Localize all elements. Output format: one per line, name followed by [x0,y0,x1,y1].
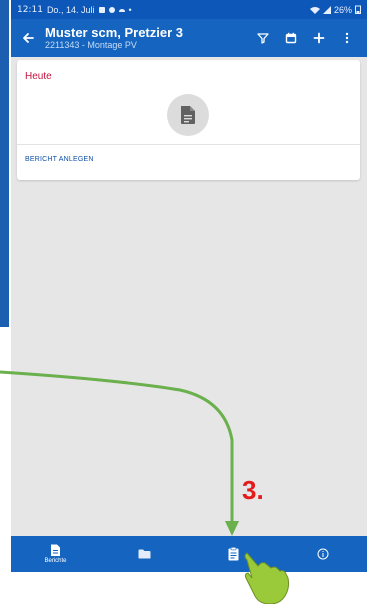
notification-icon [99,6,106,13]
app-bar: Muster scm, Pretzier 3 2211343 - Montage… [11,19,367,57]
tab-reports-label: Berichte [44,558,67,564]
battery-percent: 26% [333,4,352,15]
filter-icon [257,33,269,44]
tab-folder[interactable] [100,536,189,572]
cloud-notification-icon [119,8,126,12]
background-panel-edge [0,0,9,327]
bottom-navigation: Berichte [11,536,367,572]
filter-button[interactable] [249,24,277,52]
status-date: Do., 14. Juli [46,4,95,15]
folder-icon [138,549,151,559]
more-button[interactable] [333,24,361,52]
page-subtitle: 2211343 - Montage PV [45,40,137,50]
info-icon [317,548,328,560]
status-time: 12:11 [17,4,43,15]
more-vert-icon [345,32,349,44]
calendar-button[interactable] [277,24,305,52]
card-divider [17,144,360,145]
phone-screen: 12:11 Do., 14. Juli • 26% Muster scm, Pr… [11,0,367,572]
app-bar-titles: Muster scm, Pretzier 3 2211343 - Montage… [45,25,183,51]
step-number: 3. [242,475,264,505]
wifi-icon [309,6,320,14]
plus-icon [313,32,325,44]
page-title: Muster scm, Pretzier 3 [45,25,184,40]
document-icon [181,106,195,124]
app-bar-actions [249,24,367,52]
arrow-left-icon [23,33,34,43]
document-icon [51,544,60,556]
notification-icons: • [98,5,132,15]
tab-info[interactable] [278,536,367,572]
day-label: Heute [25,71,52,82]
screenshot: 12:11 Do., 14. Juli • 26% Muster scm, Pr… [0,0,374,604]
status-bar: 12:11 Do., 14. Juli • 26% [11,0,367,19]
add-button[interactable] [305,24,333,52]
document-placeholder [167,94,209,136]
report-card: Heute BERICHT ANLEGEN [17,60,360,180]
settings-notification-icon [109,6,116,13]
calendar-icon [285,32,297,44]
back-button[interactable] [11,31,45,45]
tab-clipboard[interactable] [189,536,278,572]
clipboard-icon [228,547,239,561]
battery-icon [355,5,361,14]
tab-reports[interactable]: Berichte [11,536,100,572]
status-right: 26% [309,4,361,15]
signal-icon [322,5,331,14]
create-report-button[interactable]: BERICHT ANLEGEN [25,156,94,163]
